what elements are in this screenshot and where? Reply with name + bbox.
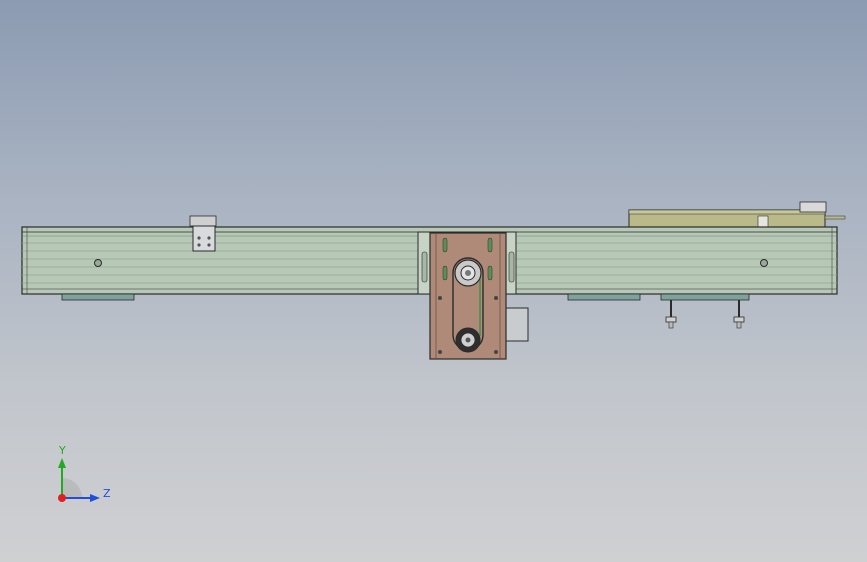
conveyor-model[interactable] — [0, 0, 867, 562]
leveling-feet — [665, 300, 745, 329]
top-cover-assembly — [628, 201, 846, 231]
x-axis-dot — [58, 494, 66, 502]
sensor-bracket — [189, 215, 217, 252]
z-axis-arrowhead — [90, 494, 100, 502]
triad-arc — [62, 478, 82, 498]
y-axis-arrowhead — [58, 458, 66, 468]
y-axis-label: Y — [58, 444, 66, 457]
cad-viewport[interactable]: Y Z — [0, 0, 867, 562]
z-axis-label: Z — [103, 487, 111, 500]
orientation-triad[interactable]: Y Z — [48, 440, 118, 510]
motor-mount-plate — [429, 232, 507, 360]
foot-pads — [61, 293, 750, 301]
